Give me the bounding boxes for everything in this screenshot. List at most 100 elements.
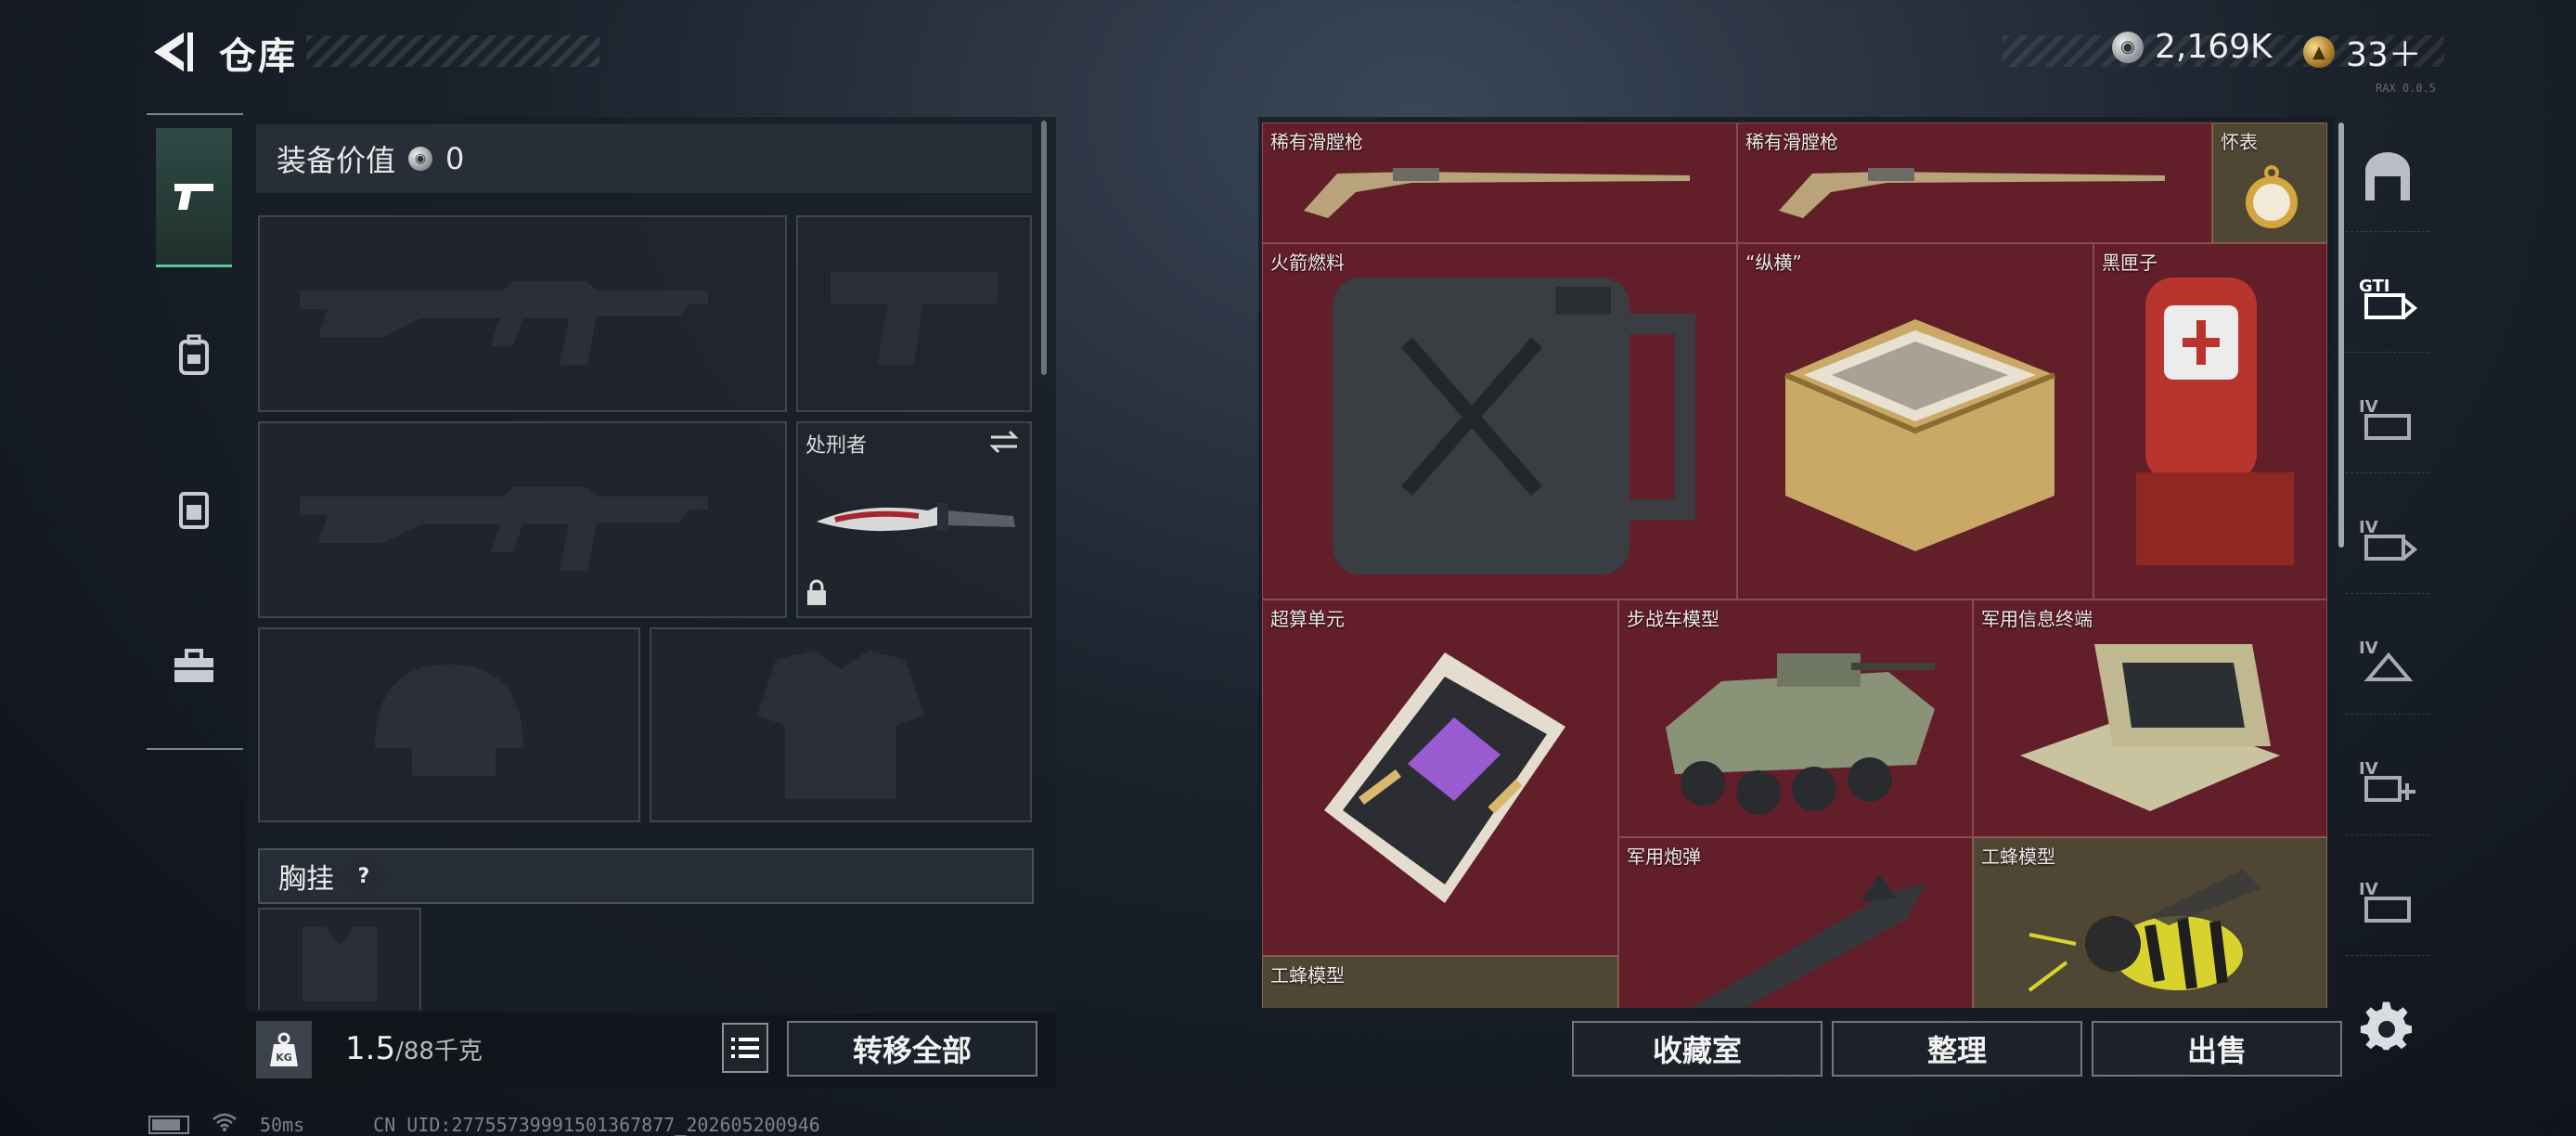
page-title: 仓库 [219,35,297,78]
battery-icon [148,1115,189,1134]
helmet-slot[interactable] [258,627,640,822]
settings-button[interactable] [2359,999,2415,1054]
svg-text:IV: IV [2359,518,2378,537]
artillery-shell-icon [1691,874,1926,1008]
rifle-silhouette-icon [300,281,708,365]
storage-item[interactable]: 火箭燃料 [1262,243,1737,600]
collection-room-button[interactable]: 收藏室 [1572,1021,1823,1077]
chest-rig-slot[interactable] [258,908,421,1010]
title-decoration [306,35,599,67]
system-status-bar: 50ms CN UID:27755739991501367877_2026052… [148,1112,820,1136]
storage-page-icon: IV [2359,759,2415,802]
armor-slot[interactable] [650,627,1032,822]
list-icon [731,1038,759,1058]
pistol-icon [174,183,213,210]
tab-storage-1[interactable]: GTI [2346,241,2429,353]
silver-amount: 2,169K [2155,28,2273,66]
svg-text:KG: KG [276,1052,292,1064]
pistol-silhouette-icon [831,272,998,365]
pocket-watch-icon [2246,165,2298,228]
transfer-all-button[interactable]: 转移全部 [787,1021,1037,1077]
secondary-weapon-slot[interactable] [258,421,787,618]
storage-page-icon: IV [2359,397,2411,440]
sort-button[interactable]: 整理 [1832,1021,2082,1077]
ifv-model-icon [1666,653,1935,815]
warehouse-icon [2365,151,2410,200]
sell-button[interactable]: 出售 [2092,1021,2342,1077]
vest-icon [179,492,209,529]
sidearm-slot[interactable] [796,215,1032,412]
svg-text:IV: IV [2359,880,2378,899]
storage-item[interactable]: 军用炮弹 [1618,837,1973,1008]
tab-storage-4[interactable]: IV [2346,603,2429,715]
knife-icon [817,503,1015,532]
storage-scrollbar[interactable] [2338,123,2344,548]
svg-text:IV: IV [2359,397,2378,417]
black-box-icon [2136,278,2294,565]
storage-page-icon: IV [2359,639,2414,681]
chest-rig-label: 胸挂 [278,863,334,896]
equipment-scrollbar[interactable] [1041,121,1047,375]
storage-item[interactable]: 工蜂模型 [1973,837,2327,1008]
bee-model-icon [2028,870,2261,992]
equipment-value-label: 装备价值 [277,143,396,178]
armor-silhouette-icon [757,651,924,799]
storage-page-tabs: GTI IV IV IV IV IV [2346,121,2429,1012]
briefcase-icon [174,649,213,682]
helmet-silhouette-icon [375,665,523,776]
gear-icon [2360,1001,2413,1051]
wifi-icon [212,1112,238,1136]
tab-storage-2[interactable]: IV [2346,362,2429,473]
chest-rig-header: 胸挂 ? [258,848,1034,904]
tab-backpack[interactable] [156,286,232,425]
storage-grid: 稀有滑膛枪 稀有滑膛枪 怀表 火箭燃料 “纵横” 黑匣子 超算单元 步战车模型 … [1262,123,2327,1008]
tab-armor[interactable] [156,440,232,579]
storage-item[interactable]: 超算单元 [1262,600,1618,956]
equipment-value: 0 [445,141,465,176]
tab-case[interactable] [156,598,232,737]
jerry-can-icon [1333,278,1695,574]
help-button[interactable]: ? [340,852,388,900]
weight-max: /88千克 [395,1038,483,1065]
military-terminal-icon [2020,644,2280,811]
storage-item[interactable]: 稀有滑膛枪 [1262,123,1737,243]
storage-item[interactable]: 军用信息终端 [1973,600,2327,837]
storage-page-icon: IV [2359,880,2411,923]
chest-rig-silhouette-icon [303,927,377,1001]
gold-amount: 33＋ [2346,36,2422,74]
lock-icon [805,579,828,611]
musket-icon [1304,168,1690,218]
melee-slot[interactable]: 处刑者 [796,421,1032,618]
compute-unit-icon [1324,652,1565,903]
ping-text: 50ms [260,1113,305,1136]
back-arrow-icon [154,32,193,71]
primary-weapon-slot[interactable] [258,215,787,412]
svg-text:GTI: GTI [2359,277,2389,296]
storage-item[interactable]: 工蜂模型 [1262,956,1618,1008]
carry-weight: 1.5/88千克 [345,1030,483,1067]
chess-box-icon [1784,319,2056,551]
gold-currency[interactable]: ▲ 33＋ [2303,28,2422,76]
list-view-button[interactable] [722,1023,768,1073]
tab-storage-6[interactable]: IV [2346,845,2429,956]
storage-item[interactable]: 稀有滑膛枪 [1737,123,2212,243]
tab-storage-5[interactable]: IV [2346,724,2429,835]
weight-icon: KG [256,1021,312,1078]
silver-coin-icon: ◉ [2112,31,2144,63]
equipment-value-bar: 装备价值 ◉ 0 [256,124,1032,193]
gold-coin-icon: ▲ [2303,36,2335,68]
equipment-category-tabs [147,113,243,750]
item-label: 工蜂模型 [1270,964,1345,987]
storage-item[interactable]: 步战车模型 [1618,600,1973,837]
storage-item[interactable]: 黑匣子 [2093,243,2327,600]
tab-weapons[interactable] [156,128,232,267]
storage-item[interactable]: 怀表 [2212,123,2327,243]
silver-currency[interactable]: ◉ 2,169K [2112,28,2273,66]
backpack-icon [179,334,209,375]
tab-storage-home[interactable] [2346,121,2429,232]
tab-storage-3[interactable]: IV [2346,483,2429,594]
svg-text:IV: IV [2359,759,2378,779]
storage-item[interactable]: “纵横” [1737,243,2093,600]
back-button[interactable] [139,26,204,78]
storage-page-icon: GTI [2359,277,2418,319]
